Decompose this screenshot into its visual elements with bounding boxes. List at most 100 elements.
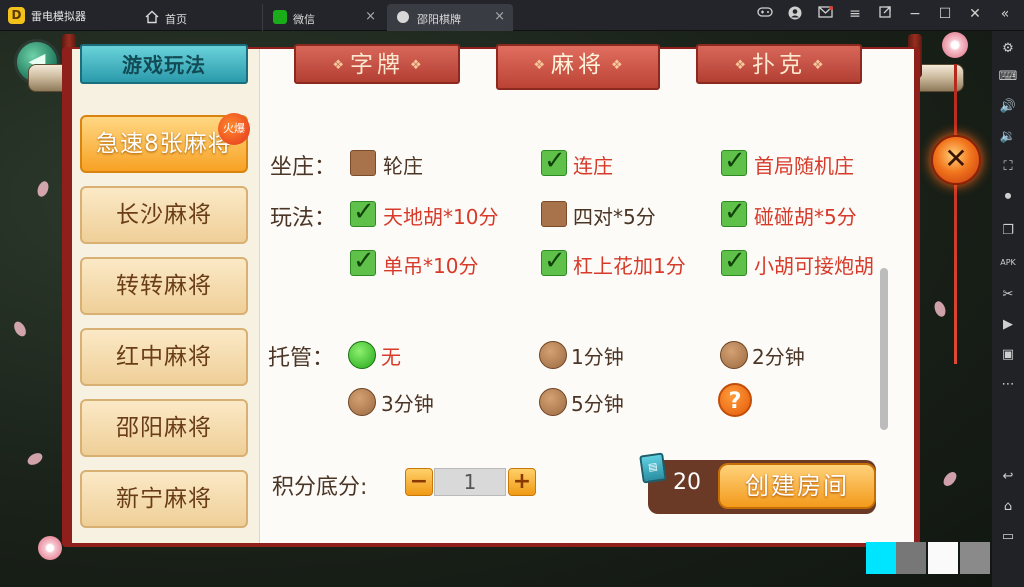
tab-label: 麻将 <box>551 52 605 78</box>
fullscreen-icon[interactable]: ⛶ <box>998 157 1018 177</box>
tab-mahjong[interactable]: ❖ 麻将 ❖ <box>496 44 660 90</box>
tab-game[interactable]: 邵阳棋牌 × <box>387 4 513 31</box>
zhuang-label: 坐庄： <box>270 155 337 180</box>
game-item-label: 红中麻将 <box>116 344 212 370</box>
tab-zipai[interactable]: ❖ 字牌 ❖ <box>294 44 460 84</box>
checkbox-xiaohu-jiepao[interactable] <box>721 246 747 276</box>
pixel-artifact <box>896 542 926 574</box>
increase-score-button[interactable]: + <box>508 468 536 496</box>
volume-up-icon[interactable]: 🔊 <box>998 97 1018 117</box>
radio-5min[interactable] <box>539 388 567 416</box>
close-icon[interactable]: ✕ <box>966 6 984 22</box>
emulator-logo-icon: D <box>8 7 25 24</box>
video-icon[interactable]: ▶ <box>998 315 1018 335</box>
more-icon[interactable]: ⋯ <box>998 375 1018 395</box>
popout-icon[interactable] <box>876 6 894 22</box>
record-icon[interactable]: ⏺ <box>998 187 1018 207</box>
minimize-icon[interactable]: − <box>906 6 924 22</box>
recent-apps-icon[interactable]: ▭ <box>998 527 1018 547</box>
app-icon <box>397 11 409 23</box>
tab-home[interactable]: 首页 <box>135 4 253 31</box>
game-item-label: 长沙麻将 <box>116 202 212 228</box>
room-card-cost: 20 <box>673 470 701 495</box>
keyboard-icon[interactable]: ⌨ <box>998 67 1018 87</box>
checkbox-pengpenghu[interactable] <box>721 197 747 227</box>
radio-1min[interactable] <box>539 341 567 369</box>
option-label: 1分钟 <box>571 345 624 369</box>
ornament-icon: ❖ <box>734 57 746 73</box>
apk-icon[interactable]: APK <box>998 253 1018 273</box>
hot-badge: 火爆 <box>218 113 250 145</box>
checkbox-lunzhuang[interactable] <box>350 150 376 176</box>
flower-decoration <box>942 32 968 58</box>
game-item-label: 转转麻将 <box>116 273 212 299</box>
screenshot-icon[interactable]: ▣ <box>998 345 1018 365</box>
ornament-icon: ❖ <box>611 57 623 73</box>
option-label: 无 <box>381 345 401 369</box>
mail-icon[interactable] <box>816 6 834 22</box>
tab-label: 扑克 <box>752 52 806 78</box>
option-label: 首局随机庄 <box>754 154 854 178</box>
game-item-changsha[interactable]: 长沙麻将 <box>80 186 248 244</box>
maximize-icon[interactable]: ☐ <box>936 6 954 22</box>
checkbox-tiandihu[interactable] <box>350 197 376 227</box>
option-label: 单吊*10分 <box>383 254 479 278</box>
radio-3min[interactable] <box>348 388 376 416</box>
settings-icon[interactable]: ⚙ <box>998 39 1018 59</box>
user-icon[interactable] <box>786 6 804 24</box>
help-button[interactable]: ? <box>718 383 752 417</box>
game-item-label: 急速8张麻将 <box>96 131 232 157</box>
option-label: 轮庄 <box>383 154 423 178</box>
game-item-shaoyang[interactable]: 邵阳麻将 <box>80 399 248 457</box>
tab-wechat[interactable]: 微信 × <box>262 4 384 31</box>
tab-poker[interactable]: ❖ 扑克 ❖ <box>696 44 862 84</box>
wanfa-label: 玩法： <box>270 206 337 231</box>
option-label: 天地胡*10分 <box>383 205 499 229</box>
game-item-hongzhong[interactable]: 红中麻将 <box>80 328 248 386</box>
tab-game-rules[interactable]: 游戏玩法 <box>80 44 248 84</box>
petal-decoration <box>25 450 45 468</box>
decrease-score-button[interactable]: − <box>405 468 433 496</box>
title-bar: D 雷电模拟器 首页 微信 × 邵阳棋牌 × ≡ − ☐ ✕ « <box>0 0 1024 31</box>
volume-down-icon[interactable]: 🔉 <box>998 127 1018 147</box>
room-card-icon: ▤ <box>639 452 667 484</box>
ornament-icon: ❖ <box>533 57 545 73</box>
ornament-icon: ❖ <box>812 57 824 73</box>
close-panel-button[interactable]: ✕ <box>931 135 981 185</box>
ornament-icon: ❖ <box>410 57 422 73</box>
multi-window-icon[interactable]: ❐ <box>998 221 1018 241</box>
menu-icon[interactable]: ≡ <box>846 6 864 22</box>
radio-none[interactable] <box>348 341 376 369</box>
game-item-label: 邵阳麻将 <box>116 415 212 441</box>
petal-decoration <box>11 319 29 339</box>
game-item-zhuanzhuan[interactable]: 转转麻将 <box>80 257 248 315</box>
wechat-icon <box>273 10 287 24</box>
checkbox-gangshanghua[interactable] <box>541 246 567 276</box>
tab-label: 邵阳棋牌 <box>417 13 461 26</box>
scissors-icon[interactable]: ✂ <box>998 285 1018 305</box>
petal-decoration <box>932 299 948 319</box>
gamepad-icon[interactable] <box>756 6 774 22</box>
option-label: 小胡可接炮胡 <box>754 254 874 278</box>
checkbox-shouju-suiji[interactable] <box>721 146 747 176</box>
checkbox-sidui[interactable] <box>541 201 567 227</box>
close-tab-icon[interactable]: × <box>365 9 376 24</box>
tab-label: 首页 <box>165 13 187 26</box>
score-label: 积分底分: <box>272 475 368 500</box>
tassel-decoration <box>954 64 957 364</box>
ornament-icon: ❖ <box>332 57 344 73</box>
radio-2min[interactable] <box>720 341 748 369</box>
game-item-xinning[interactable]: 新宁麻将 <box>80 470 248 528</box>
emulator-sidebar: ⚙ ⌨ 🔊 🔉 ⛶ ⏺ ❐ APK ✂ ▶ ▣ ⋯ ↩ ⌂ ▭ <box>992 31 1024 587</box>
create-room-button[interactable]: 创建房间 <box>718 463 876 509</box>
app-title: 雷电模拟器 <box>31 10 86 23</box>
back-icon[interactable]: ↩ <box>998 467 1018 487</box>
checkbox-dandiao[interactable] <box>350 246 376 276</box>
home-icon[interactable]: ⌂ <box>998 497 1018 517</box>
petal-decoration <box>941 469 959 489</box>
game-item-label: 新宁麻将 <box>116 486 212 512</box>
collapse-icon[interactable]: « <box>996 6 1014 22</box>
close-tab-icon[interactable]: × <box>494 9 505 24</box>
scrollbar[interactable] <box>880 268 888 430</box>
checkbox-lianzhuang[interactable] <box>541 146 567 176</box>
